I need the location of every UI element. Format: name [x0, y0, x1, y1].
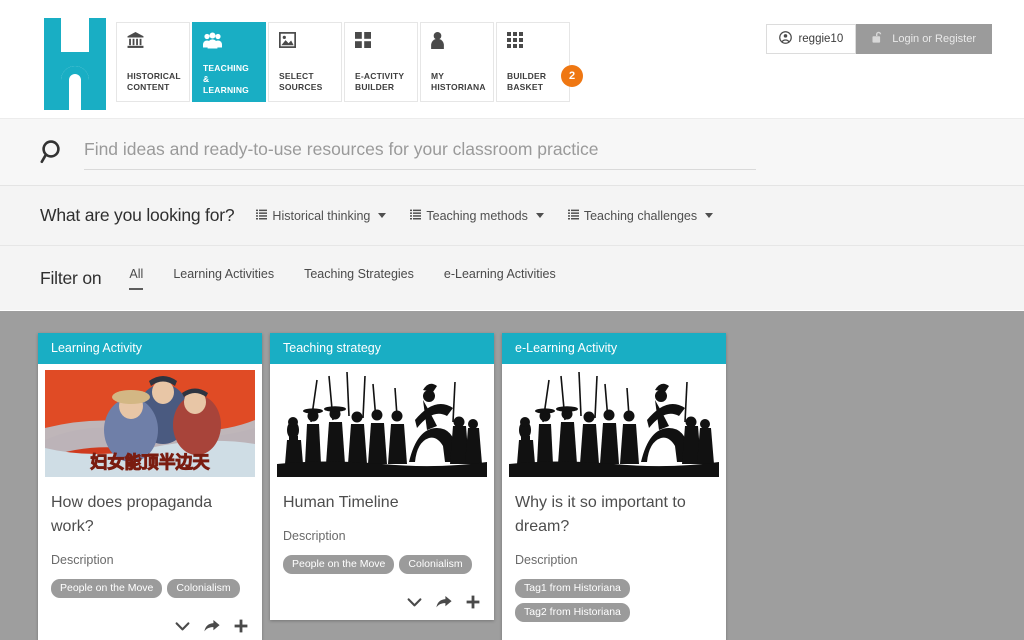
nav-item-label: SELECT SOURCES	[279, 71, 323, 92]
chevron-down-icon	[378, 213, 387, 218]
filter-tabs: All Learning Activities Teaching Strateg…	[129, 267, 556, 290]
card-thumbnail-silhouette-crowd	[277, 370, 487, 477]
card-actions	[502, 631, 726, 640]
nav-item-builder-basket[interactable]: BUILDER BASKET 2	[496, 22, 583, 102]
card-type-label: Teaching strategy	[270, 333, 494, 364]
search-input[interactable]	[84, 134, 756, 170]
list-icon	[410, 209, 422, 223]
tag[interactable]: Colonialism	[399, 555, 472, 574]
nav-item-e-activity-builder[interactable]: E-ACTIVITY BUILDER	[344, 22, 418, 102]
result-card[interactable]: Teaching strategy Human Timeline Descrip…	[270, 333, 494, 620]
svg-text:妇女能顶半边天: 妇女能顶半边天	[90, 452, 211, 472]
historiana-h-logo[interactable]	[44, 18, 106, 110]
card-title: Why is it so important to dream?	[515, 494, 686, 535]
plus-icon[interactable]	[466, 595, 480, 609]
tag[interactable]: Tag1 from Historiana	[515, 579, 630, 598]
tag[interactable]: People on the Move	[283, 555, 395, 574]
nav-item-label: E-ACTIVITY BUILDER	[355, 71, 405, 92]
result-card[interactable]: e-Learning Activity Why is it so importa…	[502, 333, 726, 640]
filter-tab-all[interactable]: All	[129, 267, 144, 290]
app-page: HISTORICAL CONTENT TEACHING & LEARNING S…	[0, 0, 1024, 640]
username-label: reggie10	[798, 33, 844, 45]
card-thumbnail-propaganda-poster: 妇女能顶半边天	[45, 370, 255, 477]
unlock-icon	[872, 31, 884, 47]
dropdown-historical-thinking[interactable]: Historical thinking	[256, 208, 387, 223]
card-body: Human Timeline Description People on the…	[270, 477, 494, 583]
card-title: How does propaganda work?	[51, 494, 213, 535]
share-icon[interactable]	[204, 619, 220, 633]
result-card[interactable]: Learning Activity 妇女能顶半边天 How does propa…	[38, 333, 262, 640]
chevron-down-icon[interactable]	[407, 597, 422, 608]
nav-item-label: BUILDER BASKET	[507, 71, 547, 92]
tag[interactable]: People on the Move	[51, 579, 163, 598]
group-people-icon	[203, 32, 257, 49]
bank-icon	[127, 32, 181, 57]
dropdown-label: Teaching challenges	[583, 208, 698, 223]
basket-count-badge: 2	[561, 65, 583, 87]
filter-bar: Filter on All Learning Activities Teachi…	[0, 246, 1024, 311]
nav-item-select-sources[interactable]: SELECT SOURCES	[268, 22, 342, 102]
filter-tab-teaching-strategies[interactable]: Teaching Strategies	[304, 267, 414, 290]
user-chip[interactable]: reggie10	[766, 24, 857, 54]
list-icon	[256, 209, 268, 223]
chevron-down-icon[interactable]	[175, 621, 190, 632]
tag[interactable]: Colonialism	[167, 579, 240, 598]
image-icon	[279, 32, 333, 57]
search-section	[0, 118, 1024, 186]
tag[interactable]: Tag2 from Historiana	[515, 603, 630, 622]
chevron-down-icon	[705, 213, 714, 218]
dropdown-label: Historical thinking	[272, 208, 371, 223]
chevron-down-icon	[535, 213, 544, 218]
user-zone: reggie10 Login or Register	[766, 24, 992, 54]
person-icon	[431, 32, 485, 57]
card-type-label: Learning Activity	[38, 333, 262, 364]
card-tags: People on the Move Colonialism	[283, 555, 481, 574]
list-icon	[567, 209, 579, 223]
card-body: How does propaganda work? Description Pe…	[38, 477, 262, 607]
nav-item-label: TEACHING & LEARNING	[203, 63, 249, 95]
nav-item-teaching-learning[interactable]: TEACHING & LEARNING	[192, 22, 266, 102]
card-description: Description	[51, 553, 114, 567]
card-description: Description	[515, 553, 578, 567]
card-body: Why is it so important to dream? Descrip…	[502, 477, 726, 631]
grid-3x3-icon	[507, 32, 561, 57]
card-type-label: e-Learning Activity	[502, 333, 726, 364]
nav-item-label: MY HISTORIANA	[431, 71, 486, 92]
share-icon[interactable]	[436, 595, 452, 609]
plus-icon[interactable]	[234, 619, 248, 633]
card-actions	[270, 583, 494, 620]
top-bar: HISTORICAL CONTENT TEACHING & LEARNING S…	[0, 0, 1024, 118]
looking-for-title: What are you looking for?	[40, 205, 235, 225]
card-title: Human Timeline	[283, 494, 399, 511]
card-actions	[38, 607, 262, 640]
grid-2x2-icon	[355, 32, 409, 57]
results-grid: Learning Activity 妇女能顶半边天 How does propa…	[0, 311, 1024, 640]
filter-tab-e-learning-activities[interactable]: e-Learning Activities	[444, 267, 556, 290]
login-register-label: Login or Register	[892, 33, 976, 45]
dropdown-teaching-methods[interactable]: Teaching methods	[410, 208, 544, 223]
user-circle-icon	[779, 31, 793, 47]
card-tags: People on the Move Colonialism	[51, 579, 249, 598]
nav-item-label: HISTORICAL CONTENT	[127, 71, 181, 92]
card-thumbnail-silhouette-crowd	[509, 370, 719, 477]
category-dropdowns: Historical thinking Teaching methods Tea…	[256, 208, 714, 223]
main-navigation: HISTORICAL CONTENT TEACHING & LEARNING S…	[116, 22, 583, 102]
dropdown-teaching-challenges[interactable]: Teaching challenges	[567, 208, 714, 223]
looking-for-section: What are you looking for? Historical thi…	[0, 186, 1024, 246]
filter-on-title: Filter on	[40, 267, 102, 288]
filter-tab-learning-activities[interactable]: Learning Activities	[173, 267, 274, 290]
card-tags: Tag1 from Historiana Tag2 from Historian…	[515, 579, 713, 622]
search-icon	[40, 139, 66, 165]
nav-item-historical-content[interactable]: HISTORICAL CONTENT	[116, 22, 190, 102]
nav-item-my-historiana[interactable]: MY HISTORIANA	[420, 22, 494, 102]
card-description: Description	[283, 529, 346, 543]
login-register-button[interactable]: Login or Register	[856, 24, 992, 54]
dropdown-label: Teaching methods	[426, 208, 528, 223]
